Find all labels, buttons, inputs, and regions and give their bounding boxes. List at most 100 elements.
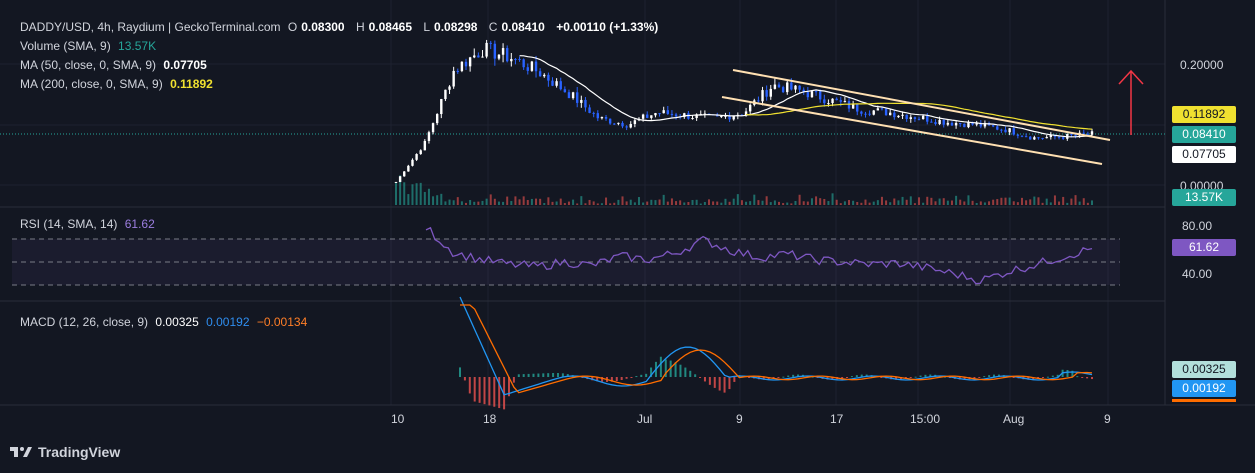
macd-histogram-bar <box>718 377 721 391</box>
candle-body <box>946 122 950 125</box>
close-price-label: 0.08410 <box>1172 126 1236 143</box>
price-tick-020: 0.20000 <box>1180 58 1224 72</box>
candle-body <box>674 114 678 117</box>
volume-bar <box>909 196 912 205</box>
volume-bar <box>633 202 636 205</box>
candle-body <box>954 123 958 126</box>
candle-body <box>748 104 752 112</box>
macd-label: MACD (12, 26, close, 9) <box>20 315 149 329</box>
candle-body <box>839 100 842 102</box>
rsi-label: RSI (14, SMA, 14) <box>20 217 118 231</box>
volume-legend[interactable]: Volume (SMA, 9) 13.57K <box>20 38 160 54</box>
ma50-label: MA (50, close, 0, SMA, 9) <box>20 58 157 72</box>
volume-bar <box>724 198 727 205</box>
channel-upper-line[interactable] <box>732 69 1111 141</box>
candle-body <box>897 115 900 118</box>
ma200-legend[interactable]: MA (200, close, 0, SMA, 9) 0.11892 <box>20 76 217 92</box>
volume-bar <box>930 197 933 205</box>
candle-body <box>996 126 999 130</box>
volume-bar <box>827 201 830 205</box>
volume-bar <box>617 199 620 205</box>
macd-histogram-bar <box>855 375 858 377</box>
macd-legend[interactable]: MACD (12, 26, close, 9) 0.00325 0.00192 … <box>20 314 311 330</box>
candle-body <box>926 115 929 122</box>
candle-body <box>823 99 826 104</box>
candle-body <box>551 80 554 86</box>
macd-histogram-bar <box>552 373 555 377</box>
volume-bar <box>794 200 797 205</box>
candle-body <box>604 117 608 119</box>
volume-bar <box>753 194 756 205</box>
volume-bar <box>979 201 982 205</box>
candle-body <box>473 55 476 58</box>
volume-bar <box>901 196 904 205</box>
macd-histogram-bar <box>459 367 461 377</box>
macd-histogram-bar <box>914 376 917 378</box>
volume-bar <box>773 200 776 205</box>
macd-histogram-bar <box>488 377 491 406</box>
volume-bar <box>889 202 892 205</box>
candle-body <box>930 121 933 123</box>
volume-bar <box>675 201 678 205</box>
volume-bar <box>576 203 579 205</box>
symbol-legend[interactable]: DADDY/USD, 4h, Raydium | GeckoTerminal.c… <box>20 19 662 35</box>
candle-body <box>403 171 406 177</box>
volume-bar <box>728 201 731 205</box>
volume-bar <box>411 184 414 205</box>
macd-line <box>459 296 1093 396</box>
volume-bar <box>469 200 472 205</box>
volume-bar <box>1062 196 1065 205</box>
macd-histogram-bar <box>703 377 706 382</box>
volume-bar <box>621 196 624 205</box>
volume-bar <box>502 201 505 205</box>
candle-body <box>827 103 830 105</box>
ma50-price-label: 0.07705 <box>1172 146 1236 163</box>
macd-histogram-bar <box>512 377 515 383</box>
volume-bar <box>1037 197 1040 205</box>
volume-bar <box>526 199 529 205</box>
volume-bar <box>658 199 661 205</box>
volume-bar <box>848 199 851 205</box>
candle-body <box>818 91 822 100</box>
ma200-label: MA (200, close, 0, SMA, 9) <box>20 77 163 91</box>
volume-bar <box>510 201 513 205</box>
candle-body <box>493 43 497 59</box>
macd-histogram-bar <box>792 374 795 377</box>
ma50-legend[interactable]: MA (50, close, 0, SMA, 9) 0.07705 <box>20 57 211 73</box>
candle-body <box>864 113 867 115</box>
volume-bar <box>642 202 645 205</box>
volume-price-label: 13.57K <box>1172 189 1236 206</box>
volume-bar <box>543 203 546 205</box>
tradingview-logo[interactable]: TradingView <box>10 444 120 460</box>
candle-body <box>831 98 834 104</box>
close-label: C 0.08410 <box>488 20 545 34</box>
candle-body <box>477 55 480 58</box>
macd-histogram-bar <box>978 377 981 378</box>
macd-histogram-bar <box>517 374 520 377</box>
volume-bar <box>992 199 995 205</box>
volume-bar <box>707 199 710 205</box>
candle-body <box>761 90 764 102</box>
candle-body <box>448 86 451 90</box>
candle-body <box>543 74 546 77</box>
candle-body <box>444 89 447 100</box>
rsi-legend[interactable]: RSI (14, SMA, 14) 61.62 <box>20 216 159 232</box>
channel-lower-line[interactable] <box>721 96 1103 165</box>
volume-bar <box>798 194 801 205</box>
volume-bar <box>712 201 715 205</box>
candle-body <box>505 48 509 62</box>
candle-body <box>1070 133 1073 135</box>
macd-histogram-bar <box>556 373 559 377</box>
volume-bar <box>691 200 694 205</box>
high-label: H 0.08465 <box>355 20 413 34</box>
volume-bar <box>876 200 879 205</box>
macd-histogram-bar <box>1081 377 1084 378</box>
candle-body <box>617 122 620 124</box>
macd-histogram-bar <box>463 377 466 381</box>
macd-histogram-bar <box>478 377 481 403</box>
volume-bar <box>868 202 871 205</box>
volume-bar <box>432 196 435 205</box>
time-tick-jul: Jul <box>637 412 653 426</box>
candle-body <box>769 88 772 97</box>
candle-body <box>1000 129 1003 131</box>
